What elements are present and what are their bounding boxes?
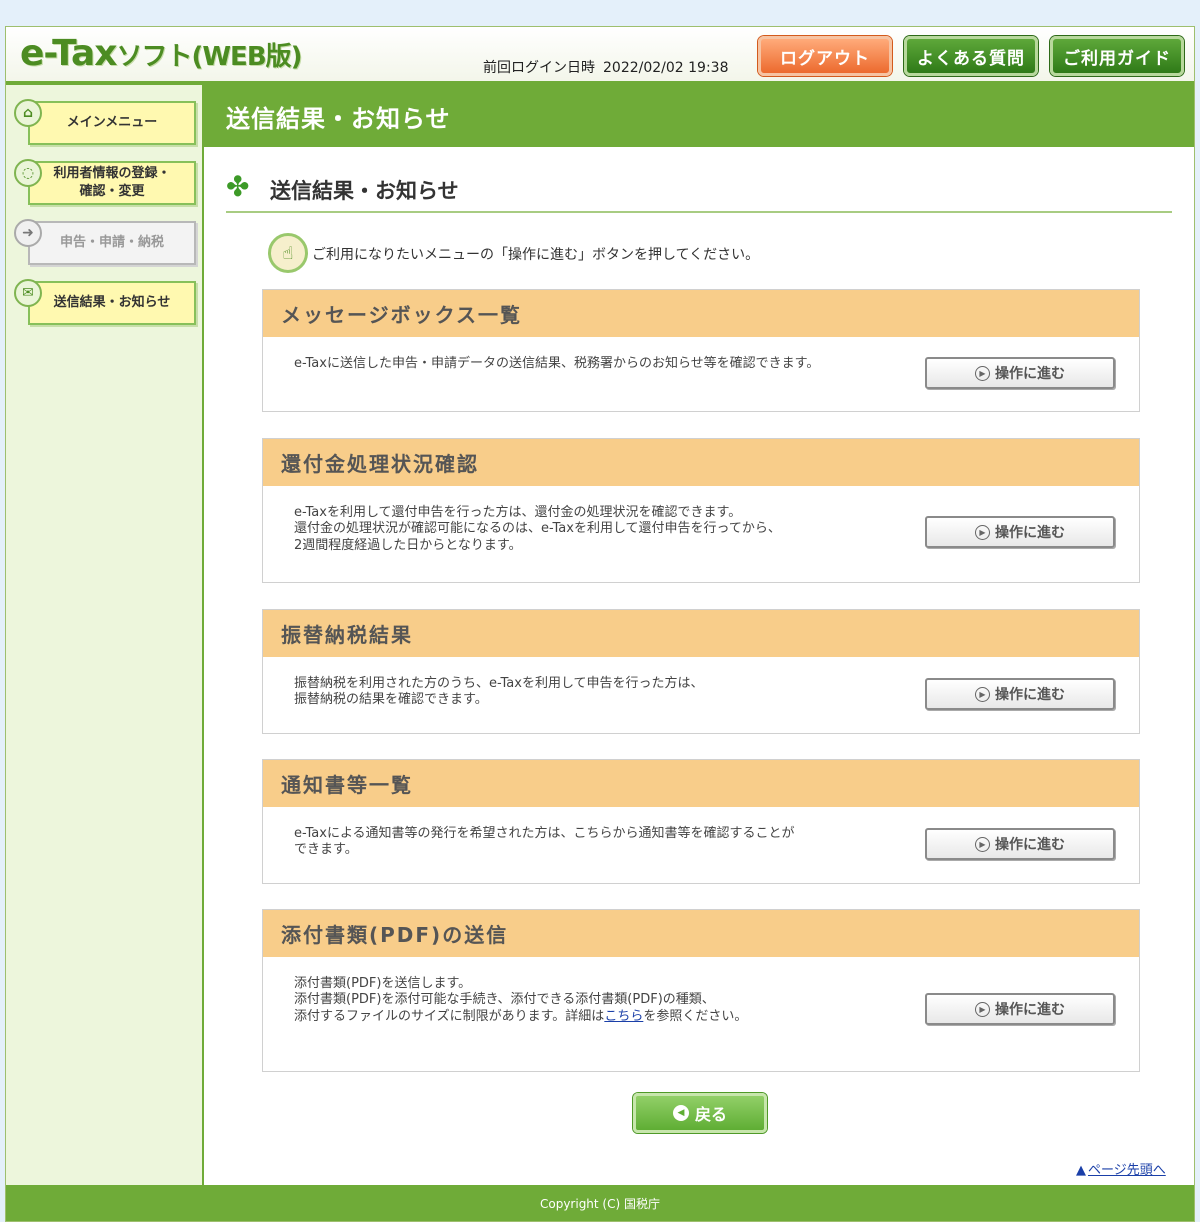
pointer-icon: ☝	[268, 233, 308, 273]
sidebar-item-label: 申告・申請・納税	[59, 235, 164, 251]
details-link[interactable]: こちら	[604, 1009, 643, 1024]
copyright: Copyright (C) 国税庁	[539, 1196, 660, 1211]
section-pdf-attachment: 添付書類(PDF)の送信 添付書類(PDF)を送信します。 添付書類(PDF)を…	[262, 909, 1140, 1072]
arrow-icon: ➜	[14, 219, 42, 247]
sidebar-item-label: 利用者情報の登録・ 確認・変更	[53, 166, 171, 199]
footer: Copyright (C) 国税庁	[6, 1185, 1194, 1221]
user-icon: ◌	[14, 159, 42, 187]
sidebar-item-user-info[interactable]: ◌ 利用者情報の登録・ 確認・変更	[14, 159, 196, 205]
instruction-text: ご利用になりたいメニューの「操作に進む」ボタンを押してください。	[312, 247, 760, 263]
sidebar-item-results[interactable]: ✉ 送信結果・お知らせ	[14, 279, 196, 325]
section-description: e-Taxを利用して還付申告を行った方は、還付金の処理状況を確認できます。 還付…	[294, 505, 781, 553]
go-button-label: 操作に進む	[995, 1002, 1065, 1018]
go-button-label: 操作に進む	[995, 837, 1065, 853]
sidebar-item-main-menu[interactable]: ⌂ メインメニュー	[14, 99, 196, 145]
section-header: 還付金処理状況確認	[263, 439, 1139, 486]
page-top-label: ページ先頭へ	[1088, 1163, 1166, 1178]
app-header: e-Taxソフト(WEB版) 前回ログイン日時 2022/02/02 19:38 …	[6, 27, 1194, 85]
desc-line: 添付するファイルのサイズに制限があります。詳細はこちらを参照ください。	[294, 1009, 894, 1025]
section-header: メッセージボックス一覧	[263, 290, 1139, 337]
back-button[interactable]: ◀ 戻る	[633, 1093, 767, 1133]
play-icon: ▶	[975, 365, 990, 381]
section-header: 振替納税結果	[263, 610, 1139, 657]
faq-button[interactable]: よくある質問	[904, 36, 1038, 76]
section-refund-status: 還付金処理状況確認 e-Taxを利用して還付申告を行った方は、還付金の処理状況を…	[262, 438, 1140, 583]
up-arrow-icon: ▲	[1076, 1163, 1086, 1178]
go-button-pdf-attachment[interactable]: ▶ 操作に進む	[925, 993, 1115, 1025]
play-icon: ▶	[975, 686, 990, 702]
subtitle-bar: ✤ 送信結果・お知らせ	[226, 169, 1172, 213]
desc-line: 添付書類(PDF)を送信します。	[294, 976, 472, 991]
page-top-link[interactable]: ▲ ページ先頭へ	[1076, 1159, 1166, 1178]
go-button-refund-status[interactable]: ▶ 操作に進む	[925, 516, 1115, 548]
instruction: ☝ ご利用になりたいメニューの「操作に進む」ボタンを押してください。	[268, 233, 968, 273]
desc-text: を参照ください。	[643, 1008, 748, 1024]
section-message-box: メッセージボックス一覧 e-Taxに送信した申告・申請データの送信結果、税務署か…	[262, 289, 1140, 412]
etax-logo: e-Taxソフト(WEB版)	[20, 33, 303, 74]
logo-sub: ソフト(WEB版)	[116, 42, 303, 72]
section-header: 通知書等一覧	[263, 760, 1139, 807]
guide-button[interactable]: ご利用ガイド	[1050, 36, 1184, 76]
last-login: 前回ログイン日時 2022/02/02 19:38	[483, 57, 729, 77]
section-transfer-tax: 振替納税結果 振替納税を利用された方のうち、e-Taxを利用して申告を行った方は…	[262, 609, 1140, 734]
logout-button[interactable]: ログアウト	[758, 36, 892, 76]
desc-text: 添付するファイルのサイズに制限があります。詳細は	[294, 1008, 605, 1024]
sidebar-item-filing: ➜ 申告・申請・納税	[14, 219, 196, 265]
main-header: 送信結果・お知らせ	[204, 85, 1194, 147]
back-icon: ◀	[672, 1105, 689, 1121]
last-login-value: 2022/02/02 19:38	[603, 60, 729, 76]
back-button-label: 戻る	[694, 1105, 727, 1124]
go-button-label: 操作に進む	[995, 366, 1065, 382]
play-icon: ▶	[975, 836, 990, 852]
go-button-label: 操作に進む	[995, 687, 1065, 703]
home-icon: ⌂	[14, 99, 42, 127]
mail-icon: ✉	[14, 279, 42, 307]
last-login-label: 前回ログイン日時	[483, 60, 595, 76]
sidebar-item-label: メインメニュー	[66, 115, 158, 131]
sidebar: ⌂ メインメニュー ◌ 利用者情報の登録・ 確認・変更 ➜ 申告・申請・納税 ✉…	[6, 85, 204, 1185]
desc-line: 添付書類(PDF)を添付可能な手続き、添付できる添付書類(PDF)の種類、	[294, 992, 715, 1008]
section-description: 振替納税を利用された方のうち、e-Taxを利用して申告を行った方は、 振替納税の…	[294, 676, 704, 708]
page-frame: e-Taxソフト(WEB版) 前回ログイン日時 2022/02/02 19:38 …	[5, 26, 1195, 1222]
play-icon: ▶	[975, 524, 990, 540]
play-icon: ▶	[975, 1001, 990, 1017]
section-description: e-Taxによる通知書等の発行を希望された方は、こちらから通知書等を確認すること…	[294, 826, 795, 858]
section-description: e-Taxに送信した申告・申請データの送信結果、税務署からのお知らせ等を確認でき…	[294, 356, 820, 371]
go-button-label: 操作に進む	[995, 525, 1065, 541]
logo-main: e-Tax	[20, 33, 117, 74]
page-title: 送信結果・お知らせ	[226, 105, 451, 133]
go-button-transfer-tax[interactable]: ▶ 操作に進む	[925, 678, 1115, 710]
section-header: 添付書類(PDF)の送信	[263, 910, 1139, 957]
section-description: 添付書類(PDF)を送信します。 添付書類(PDF)を添付可能な手続き、添付でき…	[294, 976, 894, 1025]
go-button-notices[interactable]: ▶ 操作に進む	[925, 828, 1115, 860]
section-notices: 通知書等一覧 e-Taxによる通知書等の発行を希望された方は、こちらから通知書等…	[262, 759, 1140, 884]
section-title: 送信結果・お知らせ	[270, 179, 459, 203]
clover-icon: ✤	[226, 170, 250, 203]
sidebar-item-label: 送信結果・お知らせ	[53, 295, 171, 311]
go-button-message-box[interactable]: ▶ 操作に進む	[925, 357, 1115, 389]
